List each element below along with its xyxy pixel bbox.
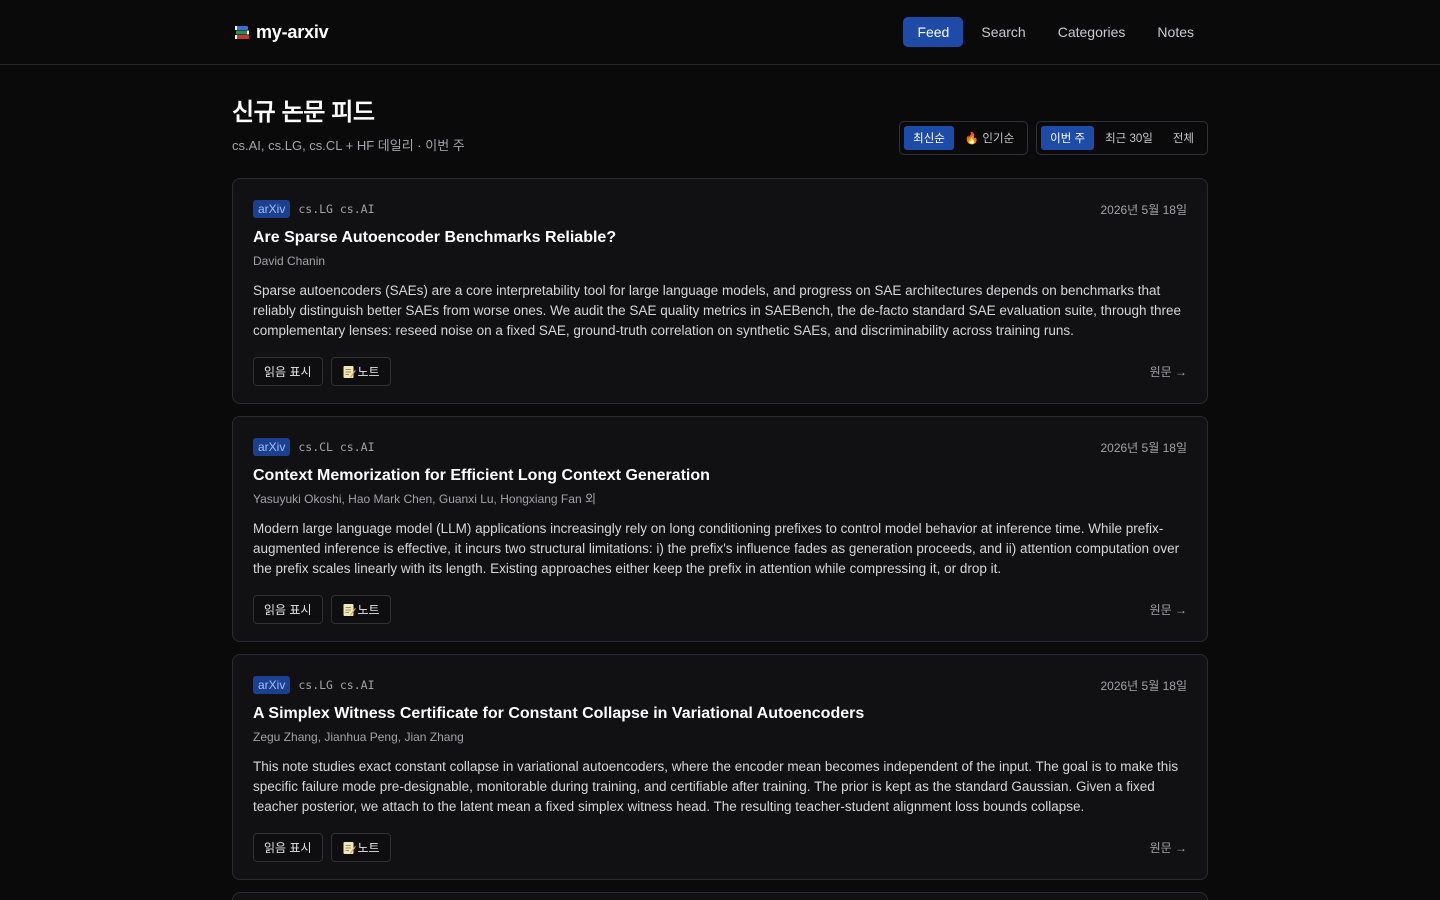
sort-popular-button[interactable]: 🔥 인기순 — [956, 126, 1023, 150]
mark-read-label: 읽음 표시 — [264, 603, 312, 617]
top-navbar: my-arxiv Feed Search Categories Notes — [0, 0, 1440, 65]
source-badge: arXiv — [253, 200, 291, 218]
period-this-week-button[interactable]: 이번 주 — [1041, 126, 1095, 150]
original-link[interactable]: 원문 → — [1150, 601, 1187, 618]
source-badge: arXiv — [253, 676, 291, 694]
nav-feed[interactable]: Feed — [903, 17, 964, 47]
note-label: 노트 — [357, 841, 380, 855]
feed-filters: 최신순 🔥 인기순 이번 주 최근 30일 전체 — [899, 121, 1208, 155]
paper-date: 2026년 5월 18일 — [1100, 440, 1187, 455]
sort-latest-button[interactable]: 최신순 — [904, 126, 954, 150]
paper-card: arXiv cs.CL cs.AI 2026년 5월 18일 Context M… — [232, 416, 1208, 642]
category-tags: cs.CL cs.AI — [298, 440, 375, 454]
memo-icon — [342, 365, 356, 379]
original-link[interactable]: 원문 → — [1150, 839, 1187, 856]
period-30-days-button[interactable]: 최근 30일 — [1096, 126, 1162, 150]
note-button[interactable]: 노트 — [330, 595, 391, 624]
paper-abstract: Sparse autoencoders (SAEs) are a core in… — [253, 283, 1181, 338]
paper-date: 2026년 5월 18일 — [1100, 202, 1187, 217]
paper-title[interactable]: A Simplex Witness Certificate for Consta… — [253, 704, 1187, 724]
period-all-button[interactable]: 전체 — [1164, 126, 1203, 150]
brand-name: my-arxiv — [256, 21, 329, 42]
mark-read-button[interactable]: 읽음 표시 — [253, 595, 323, 624]
paper-title[interactable]: Context Memorization for Efficient Long … — [253, 466, 1187, 486]
nav-categories[interactable]: Categories — [1044, 17, 1140, 47]
mark-read-label: 읽음 표시 — [264, 841, 312, 855]
paper-list: arXiv cs.LG cs.AI 2026년 5월 18일 Are Spars… — [232, 178, 1208, 900]
note-label: 노트 — [357, 603, 380, 617]
paper-title[interactable]: Are Sparse Autoencoder Benchmarks Reliab… — [253, 228, 1187, 248]
paper-card: arXiv cs.LG cs.AI 2026년 5월 18일 Are Spars… — [232, 178, 1208, 404]
nav-notes[interactable]: Notes — [1143, 17, 1208, 47]
nav-search[interactable]: Search — [967, 17, 1039, 47]
paper-authors: David Chanin — [253, 254, 326, 268]
books-icon — [232, 22, 252, 42]
memo-icon — [342, 841, 356, 855]
period-toggle: 이번 주 최근 30일 전체 — [1036, 121, 1208, 155]
mark-read-label: 읽음 표시 — [264, 365, 312, 379]
sort-toggle: 최신순 🔥 인기순 — [899, 121, 1029, 155]
paper-authors: Yasuyuki Okoshi, Hao Mark Chen, Guanxi L… — [253, 492, 596, 506]
paper-card — [232, 892, 1208, 900]
note-button[interactable]: 노트 — [330, 357, 391, 386]
main-nav: Feed Search Categories Notes — [903, 17, 1208, 47]
page-subtitle: cs.AI, cs.LG, cs.CL + HF 데일리 · 이번 주 — [232, 138, 465, 153]
source-badge: arXiv — [253, 438, 291, 456]
note-label: 노트 — [357, 365, 380, 379]
page-header: 신규 논문 피드 cs.AI, cs.LG, cs.CL + HF 데일리 · … — [232, 98, 1208, 155]
note-button[interactable]: 노트 — [330, 833, 391, 862]
paper-abstract: Modern large language model (LLM) applic… — [253, 521, 1180, 576]
brand-logo[interactable]: my-arxiv — [232, 21, 329, 43]
paper-authors: Zegu Zhang, Jianhua Peng, Jian Zhang — [253, 730, 464, 744]
paper-abstract: This note studies exact constant collaps… — [253, 759, 1179, 814]
paper-date: 2026년 5월 18일 — [1100, 678, 1187, 693]
main-content: 신규 논문 피드 cs.AI, cs.LG, cs.CL + HF 데일리 · … — [232, 98, 1208, 900]
paper-card: arXiv cs.LG cs.AI 2026년 5월 18일 A Simplex… — [232, 654, 1208, 880]
original-link[interactable]: 원문 → — [1150, 363, 1187, 380]
page-title: 신규 논문 피드 — [232, 99, 375, 126]
memo-icon — [342, 603, 356, 617]
mark-read-button[interactable]: 읽음 표시 — [253, 357, 323, 386]
mark-read-button[interactable]: 읽음 표시 — [253, 833, 323, 862]
category-tags: cs.LG cs.AI — [298, 202, 375, 216]
category-tags: cs.LG cs.AI — [298, 678, 375, 692]
